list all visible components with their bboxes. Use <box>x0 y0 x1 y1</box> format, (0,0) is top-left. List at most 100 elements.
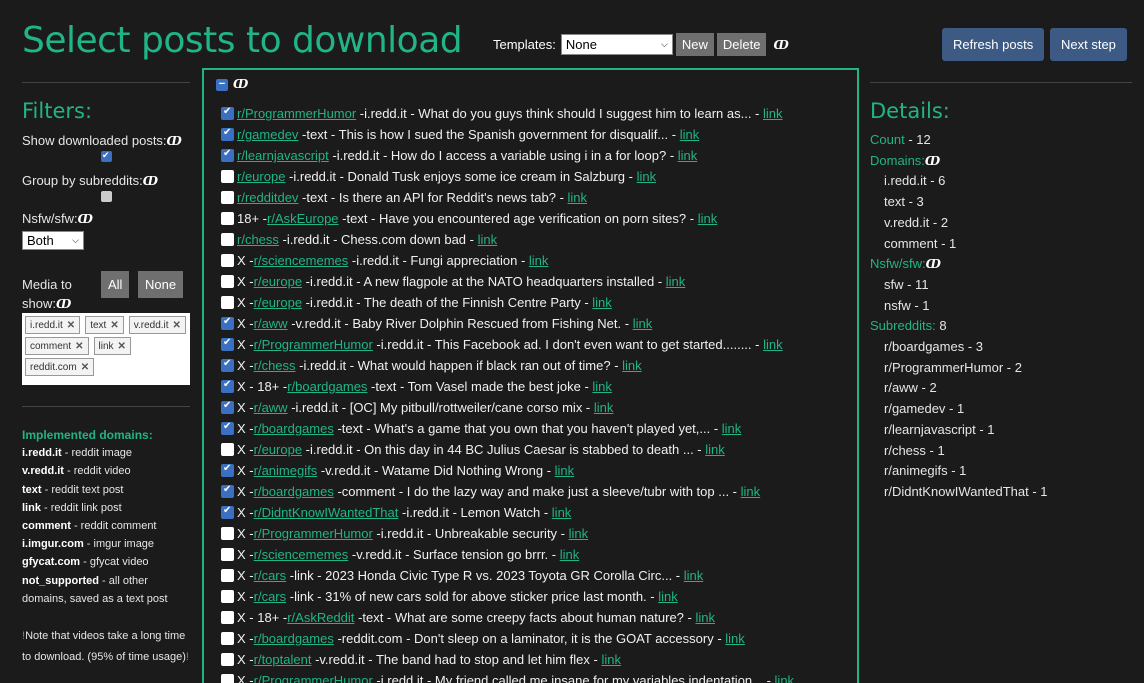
info-icon[interactable]: ↀ <box>233 77 248 91</box>
post-row[interactable]: X - r/europe -i.redd.it - The death of t… <box>221 292 794 313</box>
post-checkbox[interactable] <box>221 484 234 498</box>
post-checkbox[interactable] <box>221 674 234 683</box>
post-link[interactable]: link <box>560 547 580 562</box>
post-checkbox[interactable] <box>221 590 234 603</box>
post-checkbox[interactable] <box>221 254 234 267</box>
subreddit-link[interactable]: r/AskEurope <box>267 211 339 226</box>
post-checkbox[interactable] <box>221 212 234 225</box>
post-checkbox[interactable] <box>221 170 234 183</box>
post-checkbox[interactable] <box>221 127 234 141</box>
media-all-button[interactable]: All <box>101 271 130 298</box>
post-link[interactable]: link <box>695 610 715 625</box>
subreddit-link[interactable]: r/chess <box>254 358 296 373</box>
post-row[interactable]: X - r/boardgames -text - What's a game t… <box>221 418 794 439</box>
close-icon[interactable]: ✕ <box>110 320 118 331</box>
info-icon[interactable]: ↀ <box>78 212 93 226</box>
post-link[interactable]: link <box>568 190 588 205</box>
post-row[interactable]: r/chess -i.redd.it - Chess.com down bad … <box>221 229 794 250</box>
subreddit-link[interactable]: r/sciencememes <box>254 547 349 562</box>
subreddit-link[interactable]: r/boardgames <box>254 484 334 499</box>
media-none-button[interactable]: None <box>138 271 184 298</box>
close-icon[interactable]: ✕ <box>173 320 181 331</box>
post-link[interactable]: link <box>592 379 612 394</box>
post-checkbox[interactable] <box>221 337 234 351</box>
post-row[interactable]: X - 18+ - r/boardgames -text - Tom Vasel… <box>221 376 794 397</box>
subreddit-link[interactable]: r/europe <box>254 295 302 310</box>
post-link[interactable]: link <box>698 211 718 226</box>
subreddit-link[interactable]: r/europe <box>237 169 285 184</box>
posts-list[interactable]: − ↀ r/ProgrammerHumor -i.redd.it - What … <box>202 68 859 683</box>
close-icon[interactable]: ✕ <box>75 341 83 352</box>
post-link[interactable]: link <box>594 400 614 415</box>
nsfw-select[interactable]: Both ⌵ <box>22 231 84 250</box>
post-link[interactable]: link <box>592 295 612 310</box>
subreddit-link[interactable]: r/cars <box>254 568 287 583</box>
post-checkbox[interactable] <box>221 505 234 519</box>
post-checkbox[interactable] <box>221 527 234 540</box>
post-checkbox[interactable] <box>221 443 234 456</box>
close-icon[interactable]: ✕ <box>67 320 75 331</box>
subreddit-link[interactable]: r/europe <box>254 274 302 289</box>
media-tag[interactable]: reddit.com ✕ <box>25 358 95 376</box>
subreddit-link[interactable]: r/ProgrammerHumor <box>254 337 373 352</box>
post-checkbox[interactable] <box>221 148 234 162</box>
post-row[interactable]: r/gamedev -text - This is how I sued the… <box>221 124 794 145</box>
subreddit-link[interactable]: r/boardgames <box>287 379 367 394</box>
post-row[interactable]: r/learnjavascript -i.redd.it - How do I … <box>221 145 794 166</box>
delete-template-button[interactable]: Delete <box>716 33 767 56</box>
post-link[interactable]: link <box>633 316 653 331</box>
post-checkbox[interactable] <box>221 400 234 414</box>
subreddit-link[interactable]: r/AskReddit <box>287 610 354 625</box>
post-row[interactable]: X - r/ProgrammerHumor -i.redd.it - Unbre… <box>221 523 794 544</box>
subreddit-link[interactable]: r/ProgrammerHumor <box>254 673 373 683</box>
post-link[interactable]: link <box>478 232 498 247</box>
subreddit-link[interactable]: r/aww <box>254 316 288 331</box>
subreddit-link[interactable]: r/boardgames <box>254 631 334 646</box>
subreddit-link[interactable]: r/toptalent <box>254 652 312 667</box>
post-checkbox[interactable] <box>221 632 234 645</box>
media-tags-input[interactable]: i.redd.it ✕ text ✕ v.redd.it ✕ comment ✕ lin… <box>22 313 190 385</box>
post-link[interactable]: link <box>637 169 657 184</box>
subreddit-link[interactable]: r/ProgrammerHumor <box>254 526 373 541</box>
post-checkbox[interactable] <box>221 296 234 309</box>
post-checkbox[interactable] <box>221 548 234 561</box>
info-icon[interactable]: ↀ <box>167 134 182 148</box>
post-link[interactable]: link <box>678 148 698 163</box>
media-tag[interactable]: text ✕ <box>85 316 124 334</box>
post-link[interactable]: link <box>569 526 589 541</box>
post-checkbox[interactable] <box>221 569 234 582</box>
post-link[interactable]: link <box>763 106 783 121</box>
post-checkbox[interactable] <box>221 358 234 372</box>
post-link[interactable]: link <box>684 568 704 583</box>
post-checkbox[interactable] <box>221 653 234 666</box>
subreddit-link[interactable]: r/redditdev <box>237 190 298 205</box>
post-row[interactable]: r/ProgrammerHumor -i.redd.it - What do y… <box>221 103 794 124</box>
post-link[interactable]: link <box>680 127 700 142</box>
media-tag[interactable]: link ✕ <box>93 337 131 355</box>
next-step-button[interactable]: Next step <box>1050 28 1127 61</box>
info-icon[interactable]: ↀ <box>56 297 71 311</box>
post-checkbox[interactable] <box>221 421 234 435</box>
subreddit-link[interactable]: r/learnjavascript <box>237 148 329 163</box>
post-link[interactable]: link <box>741 484 761 499</box>
media-tag[interactable]: comment ✕ <box>25 337 89 355</box>
subreddit-link[interactable]: r/chess <box>237 232 279 247</box>
new-template-button[interactable]: New <box>675 33 714 56</box>
post-link[interactable]: link <box>622 358 642 373</box>
subreddit-link[interactable]: r/gamedev <box>237 127 298 142</box>
post-row[interactable]: X - r/boardgames -reddit.com - Don't sle… <box>221 628 794 649</box>
refresh-posts-button[interactable]: Refresh posts <box>942 28 1045 61</box>
close-icon[interactable]: ✕ <box>81 362 89 373</box>
media-tag[interactable]: i.redd.it ✕ <box>25 316 81 334</box>
post-link[interactable]: link <box>763 337 783 352</box>
post-checkbox[interactable] <box>221 191 234 204</box>
subreddit-link[interactable]: r/sciencememes <box>254 253 349 268</box>
post-row[interactable]: X - r/toptalent -v.redd.it - The band ha… <box>221 649 794 670</box>
group-by-checkbox[interactable] <box>101 191 112 202</box>
post-row[interactable]: X - r/aww -v.redd.it - Baby River Dolphi… <box>221 313 794 334</box>
post-link[interactable]: link <box>529 253 549 268</box>
info-icon[interactable]: ↀ <box>925 154 940 168</box>
info-icon[interactable]: ↀ <box>926 257 941 271</box>
info-icon[interactable]: ↀ <box>773 38 788 52</box>
info-icon[interactable]: ↀ <box>143 174 158 188</box>
